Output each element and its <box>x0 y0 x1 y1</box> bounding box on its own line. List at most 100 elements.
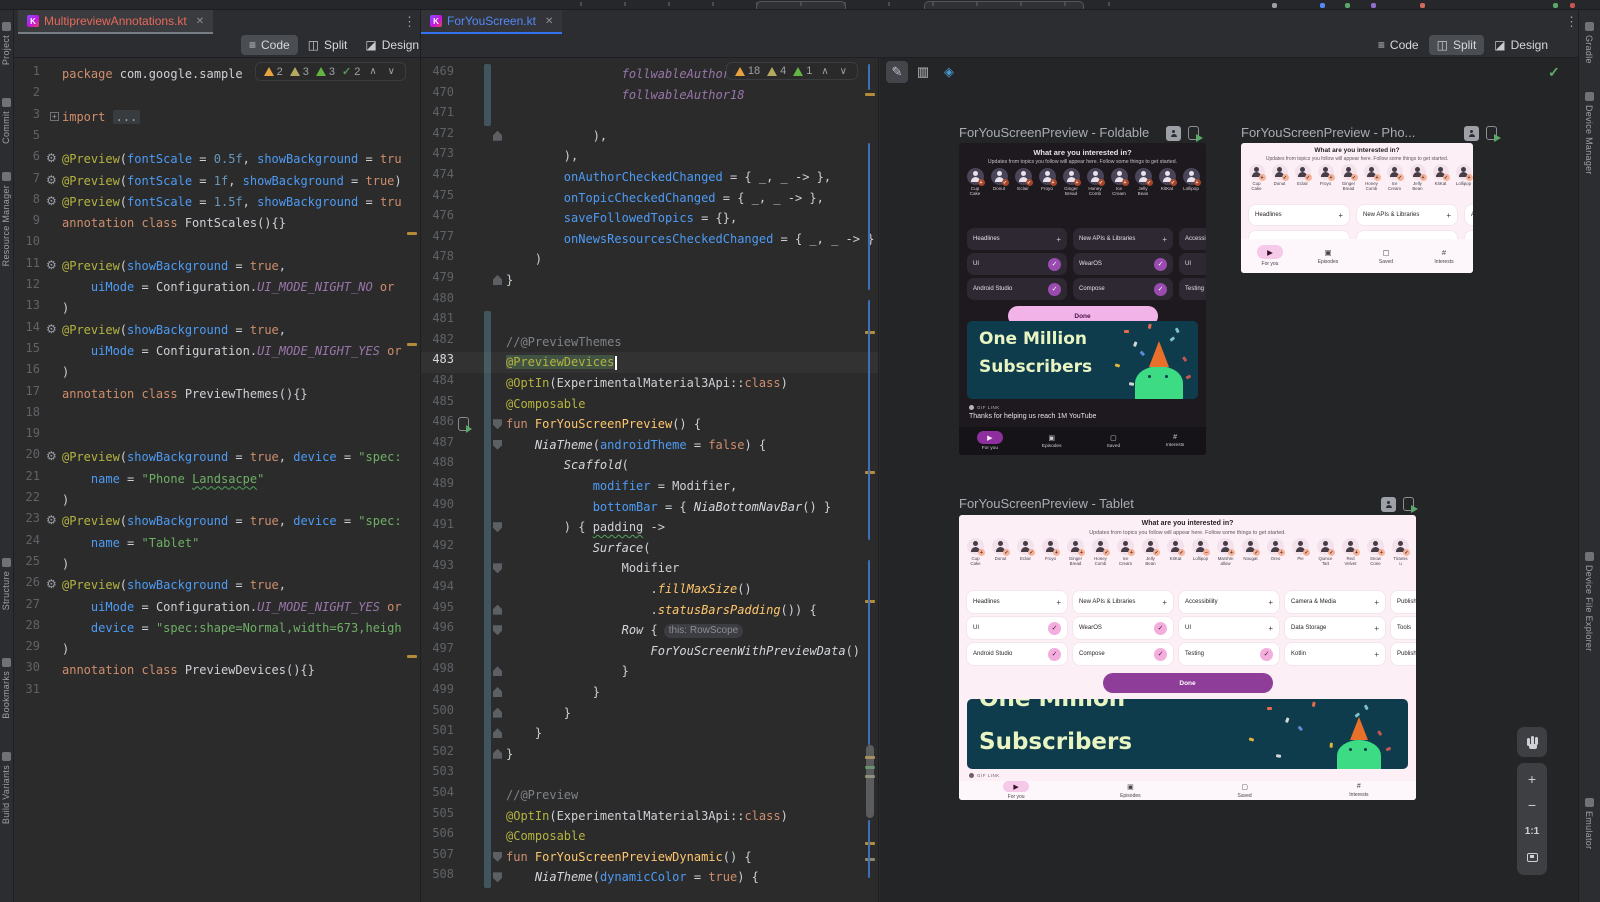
next-issue-chevron-icon[interactable]: ∨ <box>838 66 849 77</box>
fold-marker-icon[interactable] <box>493 852 502 862</box>
preview-gear-icon[interactable]: ⚙ <box>46 514 57 526</box>
prev-issue-chevron-icon[interactable]: ∧ <box>819 66 830 77</box>
code-line[interactable]: 21 name = "Phone Landsacpe" <box>14 469 420 490</box>
code-line[interactable]: 470 follwableAuthor18 <box>421 85 878 106</box>
fold-marker-icon[interactable] <box>493 419 502 429</box>
zoom-actual-button[interactable]: 1:1 <box>1519 819 1545 843</box>
code-line[interactable]: 474 onAuthorCheckedChanged = { _, _ -> }… <box>421 167 878 188</box>
code-line[interactable]: 24 name = "Tablet" <box>14 533 420 554</box>
code-line[interactable]: 475 onTopicCheckedChanged = { _, _ -> }, <box>421 188 878 209</box>
stripe-item-emulator[interactable]: Emulator <box>1584 798 1594 849</box>
fold-marker-icon[interactable] <box>493 605 502 615</box>
code-line[interactable]: 16) <box>14 362 420 383</box>
scrollbar-thumb[interactable] <box>866 745 874 818</box>
preview-gear-icon[interactable]: ⚙ <box>46 259 57 271</box>
code-line[interactable]: 480 <box>421 291 878 312</box>
code-line[interactable]: 488 Scaffold( <box>421 455 878 476</box>
zoom-out-button[interactable]: − <box>1519 793 1545 817</box>
next-issue-chevron-icon[interactable]: ∨ <box>386 66 397 77</box>
close-icon[interactable]: ✕ <box>196 16 204 27</box>
stripe-item-build-variants[interactable]: Build Variants <box>1 752 11 824</box>
preview-gear-icon[interactable]: ⚙ <box>46 195 57 207</box>
code-line[interactable]: 26⚙@Preview(showBackground = true, <box>14 575 420 596</box>
stripe-item-bookmarks[interactable]: Bookmarks <box>1 658 11 719</box>
code-line[interactable]: 471 <box>421 105 878 126</box>
fold-marker-icon[interactable] <box>493 728 502 738</box>
pan-hand-button[interactable] <box>1517 727 1547 757</box>
code-line[interactable]: 495 .statusBarsPadding()) { <box>421 600 878 621</box>
interactive-mode-icon[interactable] <box>1381 497 1396 512</box>
run-preview-icon[interactable] <box>458 417 469 431</box>
code-line[interactable]: 31 <box>14 682 420 703</box>
code-line[interactable]: 481 <box>421 311 878 332</box>
code-line[interactable]: 501 } <box>421 723 878 744</box>
code-line[interactable]: 13) <box>14 298 420 319</box>
code-line[interactable]: 473 ), <box>421 146 878 167</box>
tab-options-kebab-icon[interactable]: ⋮ <box>1565 14 1578 29</box>
inspections-widget[interactable]: 1841∧∨ <box>726 62 858 80</box>
stripe-item-project[interactable]: Project <box>1 22 11 65</box>
editor-foryouscreen[interactable]: 469 follwableAuthor17,470 follwableAutho… <box>421 58 879 902</box>
run-preview-device-icon[interactable] <box>1403 497 1414 511</box>
code-line[interactable]: 28 device = "spec:shape=Normal,width=673… <box>14 618 420 639</box>
code-line[interactable]: 5 <box>14 128 420 149</box>
code-line[interactable]: 506@Composable <box>421 826 878 847</box>
tab-options-kebab-icon[interactable]: ⋮ <box>403 14 416 29</box>
code-line[interactable]: 8⚙@Preview(fontScale = 1.5f, showBackgro… <box>14 192 420 213</box>
code-line[interactable]: 500 } <box>421 703 878 724</box>
tab-foryouscreen[interactable]: K ForYouScreen.kt ✕ <box>421 10 562 34</box>
code-line[interactable]: 18 <box>14 405 420 426</box>
code-line[interactable]: 15 uiMode = Configuration.UI_MODE_NIGHT_… <box>14 341 420 362</box>
code-line[interactable]: 505@OptIn(ExperimentalMaterial3Api::clas… <box>421 806 878 827</box>
fold-marker-icon[interactable] <box>493 666 502 676</box>
preview-gear-icon[interactable]: ⚙ <box>46 174 57 186</box>
fold-marker-icon[interactable] <box>493 708 502 718</box>
code-line[interactable]: 486fun ForYouScreenPreview() { <box>421 414 878 435</box>
view-mode-code[interactable]: ≡Code <box>241 35 298 55</box>
code-line[interactable]: 499 } <box>421 682 878 703</box>
preview-card-foldable[interactable]: What are you interested in?Updates from … <box>959 143 1206 455</box>
fold-marker-icon[interactable] <box>493 625 502 635</box>
code-line[interactable]: 502} <box>421 744 878 765</box>
preview-card-tablet[interactable]: What are you interested in?Updates from … <box>959 515 1416 800</box>
view-mode-design[interactable]: ◪Design <box>1486 35 1556 55</box>
code-line[interactable]: 490 bottomBar = { NiaBottomNavBar() } <box>421 497 878 518</box>
code-line[interactable]: 11⚙@Preview(showBackground = true, <box>14 256 420 277</box>
code-line[interactable]: 492 Surface( <box>421 538 878 559</box>
stripe-item-device-manager[interactable]: Device Manager <box>1584 92 1594 175</box>
layers-icon[interactable]: ◈ <box>938 61 960 83</box>
ui-check-mode-icon[interactable]: ✎ <box>886 61 908 83</box>
code-line[interactable]: 3+import ... <box>14 107 420 128</box>
fold-marker-icon[interactable] <box>493 440 502 450</box>
code-line[interactable]: 22) <box>14 490 420 511</box>
stripe-item-resource-manager[interactable]: Resource Manager <box>1 172 11 266</box>
code-line[interactable]: 7⚙@Preview(fontScale = 1f, showBackgroun… <box>14 171 420 192</box>
code-line[interactable]: 483@PreviewDevices <box>421 352 878 373</box>
code-line[interactable]: 507fun ForYouScreenPreviewDynamic() { <box>421 847 878 868</box>
code-line[interactable]: 10 <box>14 234 420 255</box>
code-line[interactable]: 504//@Preview <box>421 785 878 806</box>
tab-multipreview-annotations[interactable]: K MultipreviewAnnotations.kt ✕ <box>18 10 213 34</box>
code-line[interactable]: 498 } <box>421 661 878 682</box>
code-line[interactable]: 19 <box>14 426 420 447</box>
code-line[interactable]: 489 modifier = Modifier, <box>421 476 878 497</box>
code-line[interactable]: 20⚙@Preview(showBackground = true, devic… <box>14 447 420 468</box>
code-line[interactable]: 479} <box>421 270 878 291</box>
fold-marker-icon[interactable] <box>493 522 502 532</box>
layout-validation-icon[interactable]: ▥ <box>912 61 934 83</box>
stripe-item-commit[interactable]: Commit <box>1 98 11 144</box>
run-preview-device-icon[interactable] <box>1188 126 1199 140</box>
fold-marker-icon[interactable] <box>493 687 502 697</box>
prev-issue-chevron-icon[interactable]: ∧ <box>367 66 378 77</box>
zoom-fit-button[interactable] <box>1519 845 1545 869</box>
code-line[interactable]: 491 ) { padding -> <box>421 517 878 538</box>
fold-marker-icon[interactable] <box>493 872 502 882</box>
view-mode-design[interactable]: ◪Design <box>357 35 427 55</box>
code-line[interactable]: 29) <box>14 639 420 660</box>
code-line[interactable]: 493 Modifier <box>421 558 878 579</box>
interactive-mode-icon[interactable] <box>1166 126 1181 141</box>
code-line[interactable]: 503 <box>421 764 878 785</box>
view-mode-split[interactable]: ◫Split <box>300 35 356 55</box>
code-line[interactable]: 478 ) <box>421 249 878 270</box>
preview-gear-icon[interactable]: ⚙ <box>46 152 57 164</box>
